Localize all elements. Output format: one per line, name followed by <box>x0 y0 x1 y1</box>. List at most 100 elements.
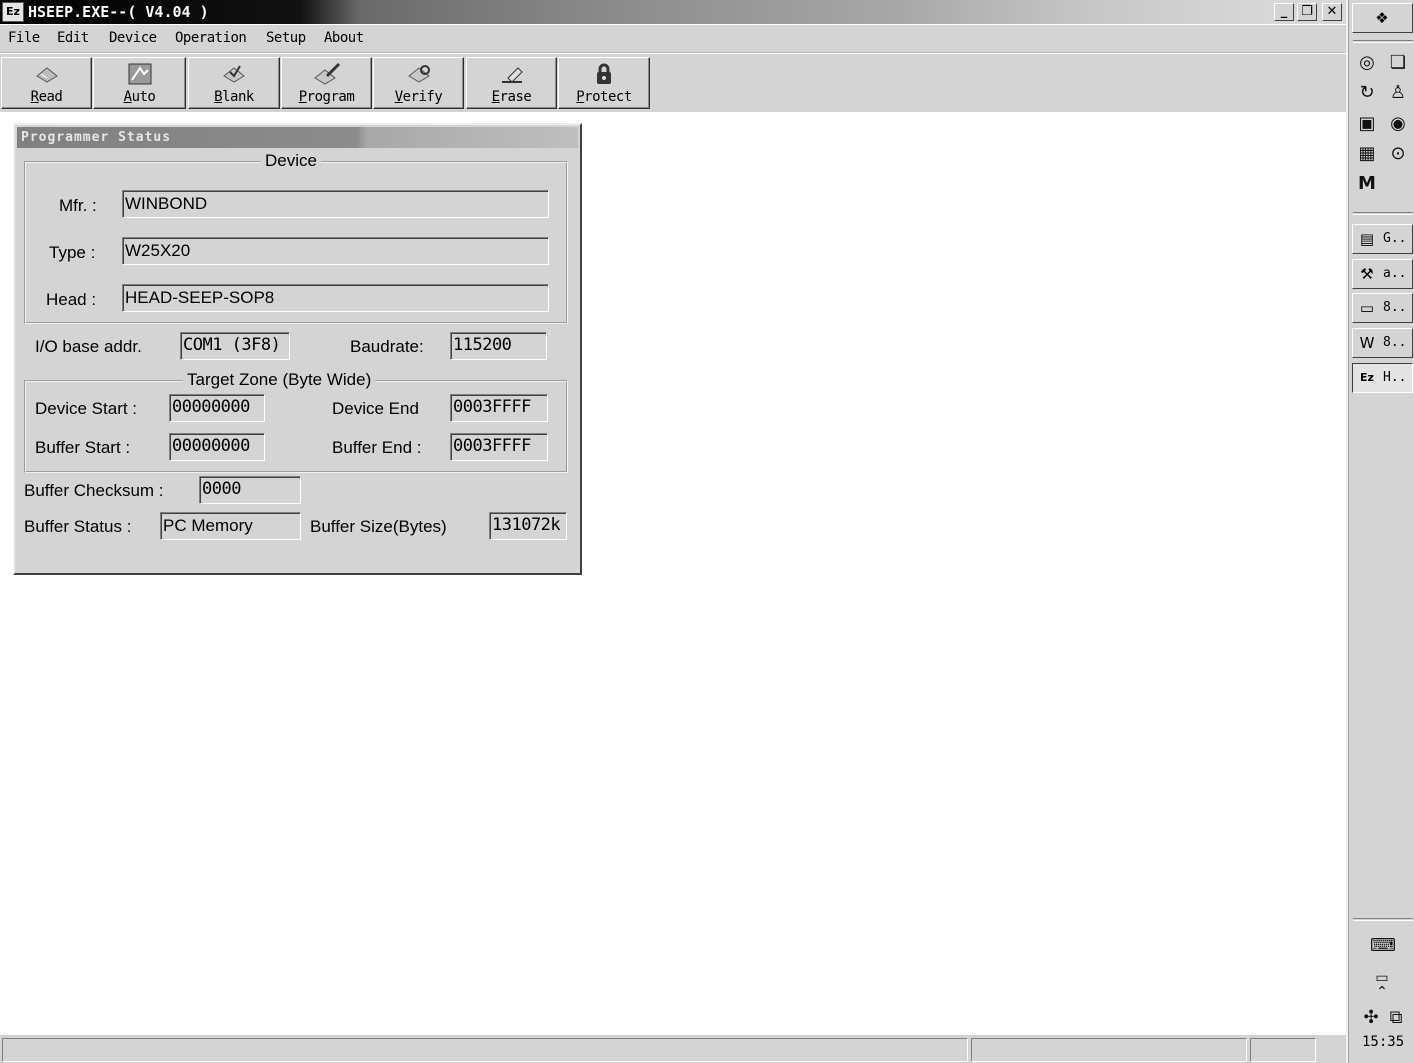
menu-device[interactable]: Device <box>109 30 157 46</box>
task-label: 8.. <box>1383 335 1407 350</box>
verify-button-label: Verify <box>394 89 443 105</box>
protect-button-label: Protect <box>576 89 632 105</box>
mt-icon[interactable]: M <box>1355 172 1379 196</box>
read-button[interactable]: Read <box>1 57 92 109</box>
type-label: Type : <box>49 243 96 262</box>
start-button[interactable]: ❖ <box>1352 3 1413 33</box>
play-icon[interactable]: ⊙ <box>1386 142 1410 166</box>
refresh-icon[interactable]: ↻ <box>1355 81 1379 105</box>
verify-button[interactable]: Verify <box>373 57 464 109</box>
head-field: HEAD-SEEP-SOP8 <box>122 284 549 312</box>
mfr-field: WINBOND <box>122 190 549 218</box>
word-document-icon: W <box>1359 334 1375 352</box>
read-chip-icon <box>35 67 58 83</box>
buffer-size-label: Buffer Size(Bytes) <box>310 517 447 536</box>
blank-button[interactable]: Blank <box>188 57 280 109</box>
read-button-label: Read <box>30 89 63 105</box>
head-label: Head : <box>46 290 97 309</box>
minimize-button[interactable]: _ <box>1274 3 1294 21</box>
device-start-label: Device Start : <box>35 399 138 418</box>
taskbar-separator <box>1353 918 1413 921</box>
clock[interactable]: 15:35 <box>1362 1034 1404 1050</box>
protect-lock-icon <box>597 63 611 84</box>
documents-icon[interactable]: ❏ <box>1386 51 1410 75</box>
device-end-field: 0003FFFF <box>450 394 548 422</box>
io-base-label: I/O base addr. <box>35 337 142 356</box>
menu-about[interactable]: About <box>324 30 364 46</box>
program-button[interactable]: Program <box>281 57 372 109</box>
task-button[interactable]: ⚒ a.. <box>1352 259 1413 289</box>
tv-icon[interactable]: ▣ <box>1355 112 1379 136</box>
taskbar-separator <box>1353 40 1413 43</box>
task-button[interactable]: ▤ G.. <box>1352 224 1413 254</box>
baudrate-label: Baudrate: <box>350 337 424 356</box>
task-label: H.. <box>1383 370 1407 385</box>
target-zone-legend: Target Zone (Byte Wide) <box>183 370 376 390</box>
app-logo-icon[interactable]: Ez <box>2 2 24 22</box>
calendar-icon: ▤ <box>1359 230 1375 248</box>
type-field: W25X20 <box>122 237 549 265</box>
window-title: HSEEP.EXE--( V4.04 ) <box>28 3 209 21</box>
task-label: a.. <box>1383 266 1407 281</box>
menu-setup[interactable]: Setup <box>266 30 306 46</box>
buffer-end-field: 0003FFFF <box>450 433 548 461</box>
buffer-end-label: Buffer End : <box>332 438 422 457</box>
status-window-titlebar[interactable]: Programmer Status <box>17 127 578 148</box>
protect-button[interactable]: Protect <box>558 57 650 109</box>
buffer-start-field: 00000000 <box>169 433 265 461</box>
buffer-checksum-field: 0000 <box>199 476 301 504</box>
device-start-field: 00000000 <box>169 394 265 422</box>
menu-bar: File Edit Device Operation Setup About <box>0 25 1346 53</box>
device-group-legend: Device <box>261 151 321 171</box>
blank-button-label: Blank <box>214 89 254 105</box>
status-pane-2 <box>971 1038 1247 1062</box>
disc-icon[interactable]: ◉ <box>1386 112 1410 136</box>
erase-button[interactable]: Erase <box>466 57 557 109</box>
erase-eraser-icon <box>501 67 523 83</box>
task-button[interactable]: W 8.. <box>1352 328 1413 358</box>
auto-button-label: Auto <box>123 89 156 105</box>
verify-chip-icon <box>407 65 430 83</box>
program-button-label: Program <box>298 89 355 105</box>
keyboard-icon[interactable]: ⌨ <box>1370 934 1396 958</box>
expand-tray-icon[interactable]: ⌃ <box>1370 980 1394 1004</box>
tool-icon: ⚒ <box>1360 265 1374 283</box>
menu-edit[interactable]: Edit <box>57 30 89 46</box>
task-label: 8.. <box>1383 300 1407 315</box>
network-icon[interactable]: ⧉ <box>1384 1006 1408 1030</box>
restore-button[interactable]: ❐ <box>1297 3 1317 21</box>
status-bar <box>0 1034 1346 1063</box>
app-window: Ez HSEEP.EXE--( V4.04 ) _ ❐ ✕ File Edit … <box>0 0 1346 1063</box>
task-button-active[interactable]: Ez H.. <box>1352 363 1413 393</box>
program-pen-icon <box>313 62 340 85</box>
buffer-checksum-label: Buffer Checksum : <box>24 481 164 500</box>
blank-check-icon <box>223 65 245 83</box>
close-button[interactable]: ✕ <box>1322 3 1342 21</box>
auto-button[interactable]: Auto <box>93 57 186 109</box>
programmer-status-window: Programmer Status Device Mfr. : WINBOND … <box>13 123 582 575</box>
os-taskbar: ❖ ◎ ❏ ↻ ♙ ▣ ◉ ▦ ⊙ M ▤ G.. ⚒ a.. ▭ 8.. W … <box>1346 0 1414 1063</box>
menu-file[interactable]: File <box>8 30 40 46</box>
film-icon[interactable]: ▦ <box>1355 142 1379 166</box>
task-label: G.. <box>1383 231 1407 246</box>
device-end-label: Device End <box>332 399 419 418</box>
task-button[interactable]: ▭ 8.. <box>1352 293 1413 323</box>
io-base-field: COM1 (3F8) <box>180 332 290 360</box>
erase-button-label: Erase <box>491 89 532 105</box>
status-pane-3 <box>1250 1038 1316 1062</box>
sound-icon[interactable]: ✣ <box>1359 1006 1383 1030</box>
folder-icon: ▭ <box>1359 299 1375 317</box>
mfr-label: Mfr. : <box>59 196 97 215</box>
ie-icon[interactable]: ◎ <box>1355 51 1379 75</box>
baudrate-field: 115200 <box>450 332 547 360</box>
auto-chip-icon <box>128 63 151 85</box>
menu-operation[interactable]: Operation <box>175 30 247 46</box>
device-group: Device Mfr. : WINBOND Type : W25X20 Head… <box>24 151 568 324</box>
buffer-status-label: Buffer Status : <box>24 517 132 536</box>
buffer-status-field: PC Memory <box>160 512 301 540</box>
taskbar-separator <box>1353 212 1413 215</box>
title-bar[interactable]: Ez HSEEP.EXE--( V4.04 ) _ ❐ ✕ <box>0 0 1346 24</box>
user-icon[interactable]: ♙ <box>1386 81 1410 105</box>
status-window-title: Programmer Status <box>21 130 172 145</box>
status-pane-main <box>2 1038 968 1062</box>
